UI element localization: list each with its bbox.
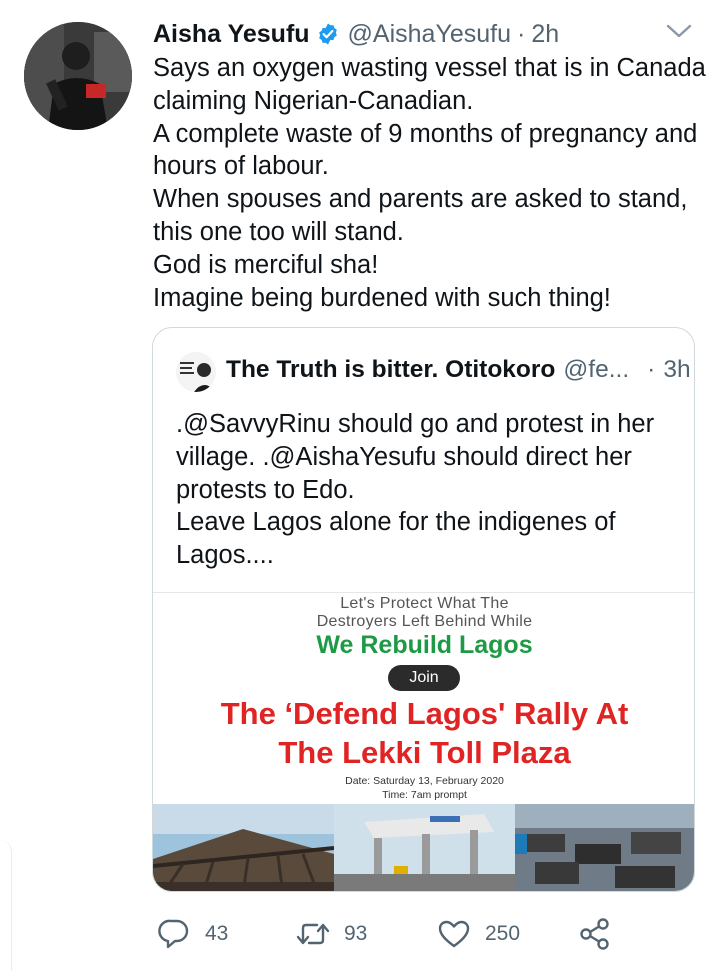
- poster-time: Time: 7am prompt: [382, 789, 467, 801]
- quoted-text-line: Leave Lagos alone for the indigenes of: [176, 508, 616, 537]
- quoted-tweet-time: 3h: [663, 356, 691, 383]
- like-icon: [438, 920, 470, 948]
- poster-line-1: Let's Protect What The: [340, 595, 509, 612]
- quoted-text-line: village. .@AishaYesufu should direct her: [176, 442, 632, 471]
- reply-button[interactable]: 43: [157, 912, 228, 956]
- tweet-text-line: God is merciful sha!: [153, 250, 379, 279]
- quoted-tweet-header: The Truth is bitter. Otitokoro @fe... · …: [226, 353, 691, 387]
- poster-date: Date: Saturday 13, February 2020: [345, 775, 504, 787]
- quoted-author-name: The Truth is bitter. Otitokoro: [226, 356, 556, 383]
- tweet-text-line: hours of labour.: [153, 152, 329, 181]
- poster-photo-strip: [153, 804, 694, 891]
- quoted-media-poster[interactable]: Let's Protect What The Destroyers Left B…: [153, 592, 694, 891]
- tweet-text-line: When spouses and parents are asked to st…: [153, 185, 688, 214]
- quoted-text-line: protests to Edo.: [176, 475, 355, 504]
- quoted-tweet-text: .@SavvyRinu should go and protest in her…: [176, 408, 686, 572]
- author-avatar[interactable]: [24, 22, 132, 130]
- verified-badge-icon: [318, 23, 337, 45]
- quoted-text-line: Lagos....: [176, 541, 274, 570]
- poster-headline-red-2: The Lekki Toll Plaza: [278, 735, 571, 770]
- tweet-text-line: this one too will stand.: [153, 217, 404, 246]
- quoted-author-handle: @fe...: [563, 356, 630, 383]
- poster-line-2: Destroyers Left Behind While: [316, 613, 533, 630]
- tweet-actions: 43 93 250: [0, 912, 720, 956]
- tweet-text-line: A complete waste of 9 months of pregnanc…: [153, 119, 698, 148]
- caret-down-icon[interactable]: [666, 22, 692, 40]
- tweet-text-line: Says an oxygen wasting vessel that is in…: [153, 54, 706, 82]
- photo-burnt-structure: [153, 804, 334, 891]
- separator-dot: ·: [647, 356, 656, 383]
- poster-headline-green: We Rebuild Lagos: [316, 631, 533, 659]
- tweet-header: Aisha Yesufu @AishaYesufu · 2h: [153, 18, 559, 50]
- quoted-author-avatar: [176, 352, 216, 392]
- tweet-text-line: claiming Nigerian-Canadian.: [153, 86, 474, 115]
- photo-burnt-vehicles: [515, 804, 694, 891]
- tweet-time[interactable]: 2h: [531, 20, 559, 49]
- author-handle[interactable]: @AishaYesufu: [348, 20, 511, 49]
- avatar-image: [24, 22, 132, 130]
- poster-headline-red-1: The ‘Defend Lagos' Rally At: [220, 696, 629, 731]
- like-button[interactable]: 250: [437, 912, 520, 956]
- reply-icon: [158, 919, 189, 949]
- retweet-icon: [296, 923, 330, 945]
- separator-dot: ·: [517, 19, 526, 48]
- reply-count: 43: [205, 922, 229, 945]
- like-count: 250: [485, 922, 521, 945]
- author-name[interactable]: Aisha Yesufu: [153, 20, 310, 49]
- share-button[interactable]: [578, 912, 612, 956]
- poster-join-badge: Join: [388, 665, 460, 691]
- tweet: Aisha Yesufu @AishaYesufu · 2h Says an o…: [0, 0, 720, 971]
- adjacent-card-edge: [0, 840, 12, 971]
- tweet-text-line: Imagine being burdened with such thing!: [153, 283, 611, 312]
- retweet-button[interactable]: 93: [296, 912, 367, 956]
- retweet-count: 93: [344, 922, 368, 945]
- photo-toll-plaza: [334, 804, 515, 891]
- quoted-text-line: .@SavvyRinu should go and protest in her: [176, 410, 655, 438]
- quoted-tweet[interactable]: The Truth is bitter. Otitokoro @fe... · …: [152, 327, 695, 892]
- share-icon: [580, 918, 609, 950]
- tweet-text: Says an oxygen wasting vessel that is in…: [153, 52, 713, 314]
- quoted-avatar-image: [176, 352, 216, 392]
